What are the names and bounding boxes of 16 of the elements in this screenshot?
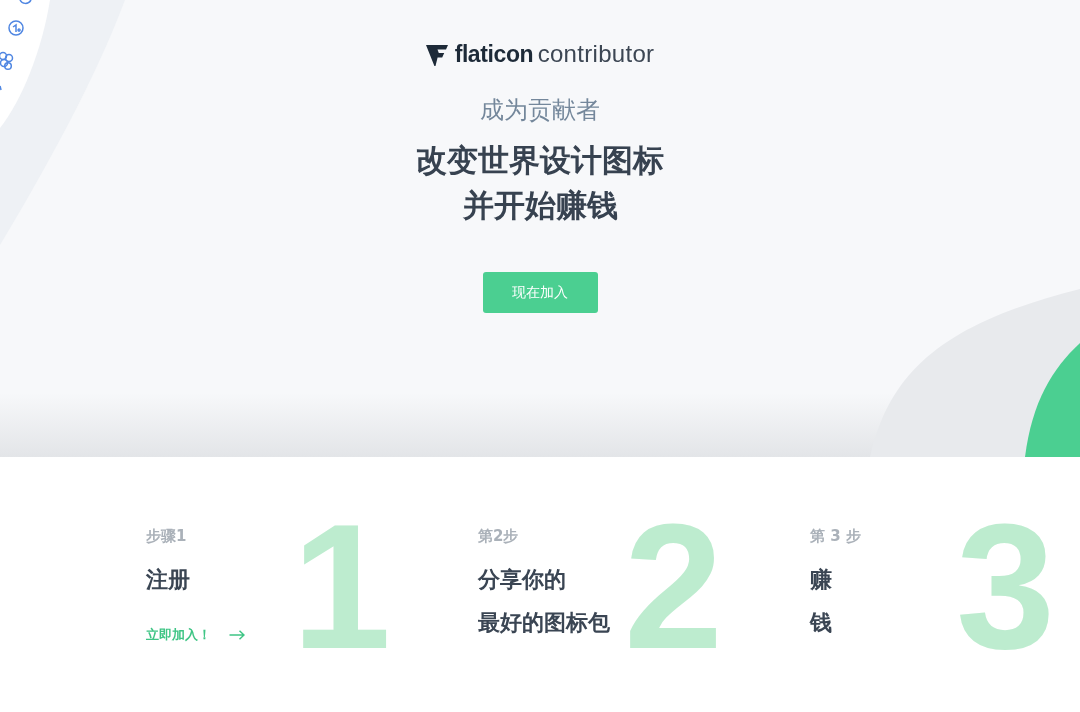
- step-title: 赚 钱: [810, 566, 832, 637]
- hero-headline: 改变世界设计图标 并开始赚钱: [416, 141, 664, 225]
- logo-icon: [425, 44, 448, 66]
- step-number: 2: [624, 521, 723, 653]
- join-now-button[interactable]: 现在加入: [482, 272, 598, 313]
- step-number: 1: [292, 521, 391, 653]
- join-link[interactable]: 立即加入！: [146, 626, 245, 644]
- step-title: 注册: [146, 566, 190, 594]
- hero-subtitle: 成为贡献者: [480, 95, 600, 126]
- arrow-right-icon: [229, 630, 245, 640]
- step-title: 分享你的 最好的图标包: [478, 566, 610, 637]
- logo-wordmark: flaticon contributor: [454, 40, 655, 69]
- step-label: 第2步: [478, 526, 519, 546]
- step-label: 第 3 步: [810, 526, 861, 546]
- step-label: 步骤1: [146, 526, 187, 546]
- step-number: 3: [956, 521, 1055, 653]
